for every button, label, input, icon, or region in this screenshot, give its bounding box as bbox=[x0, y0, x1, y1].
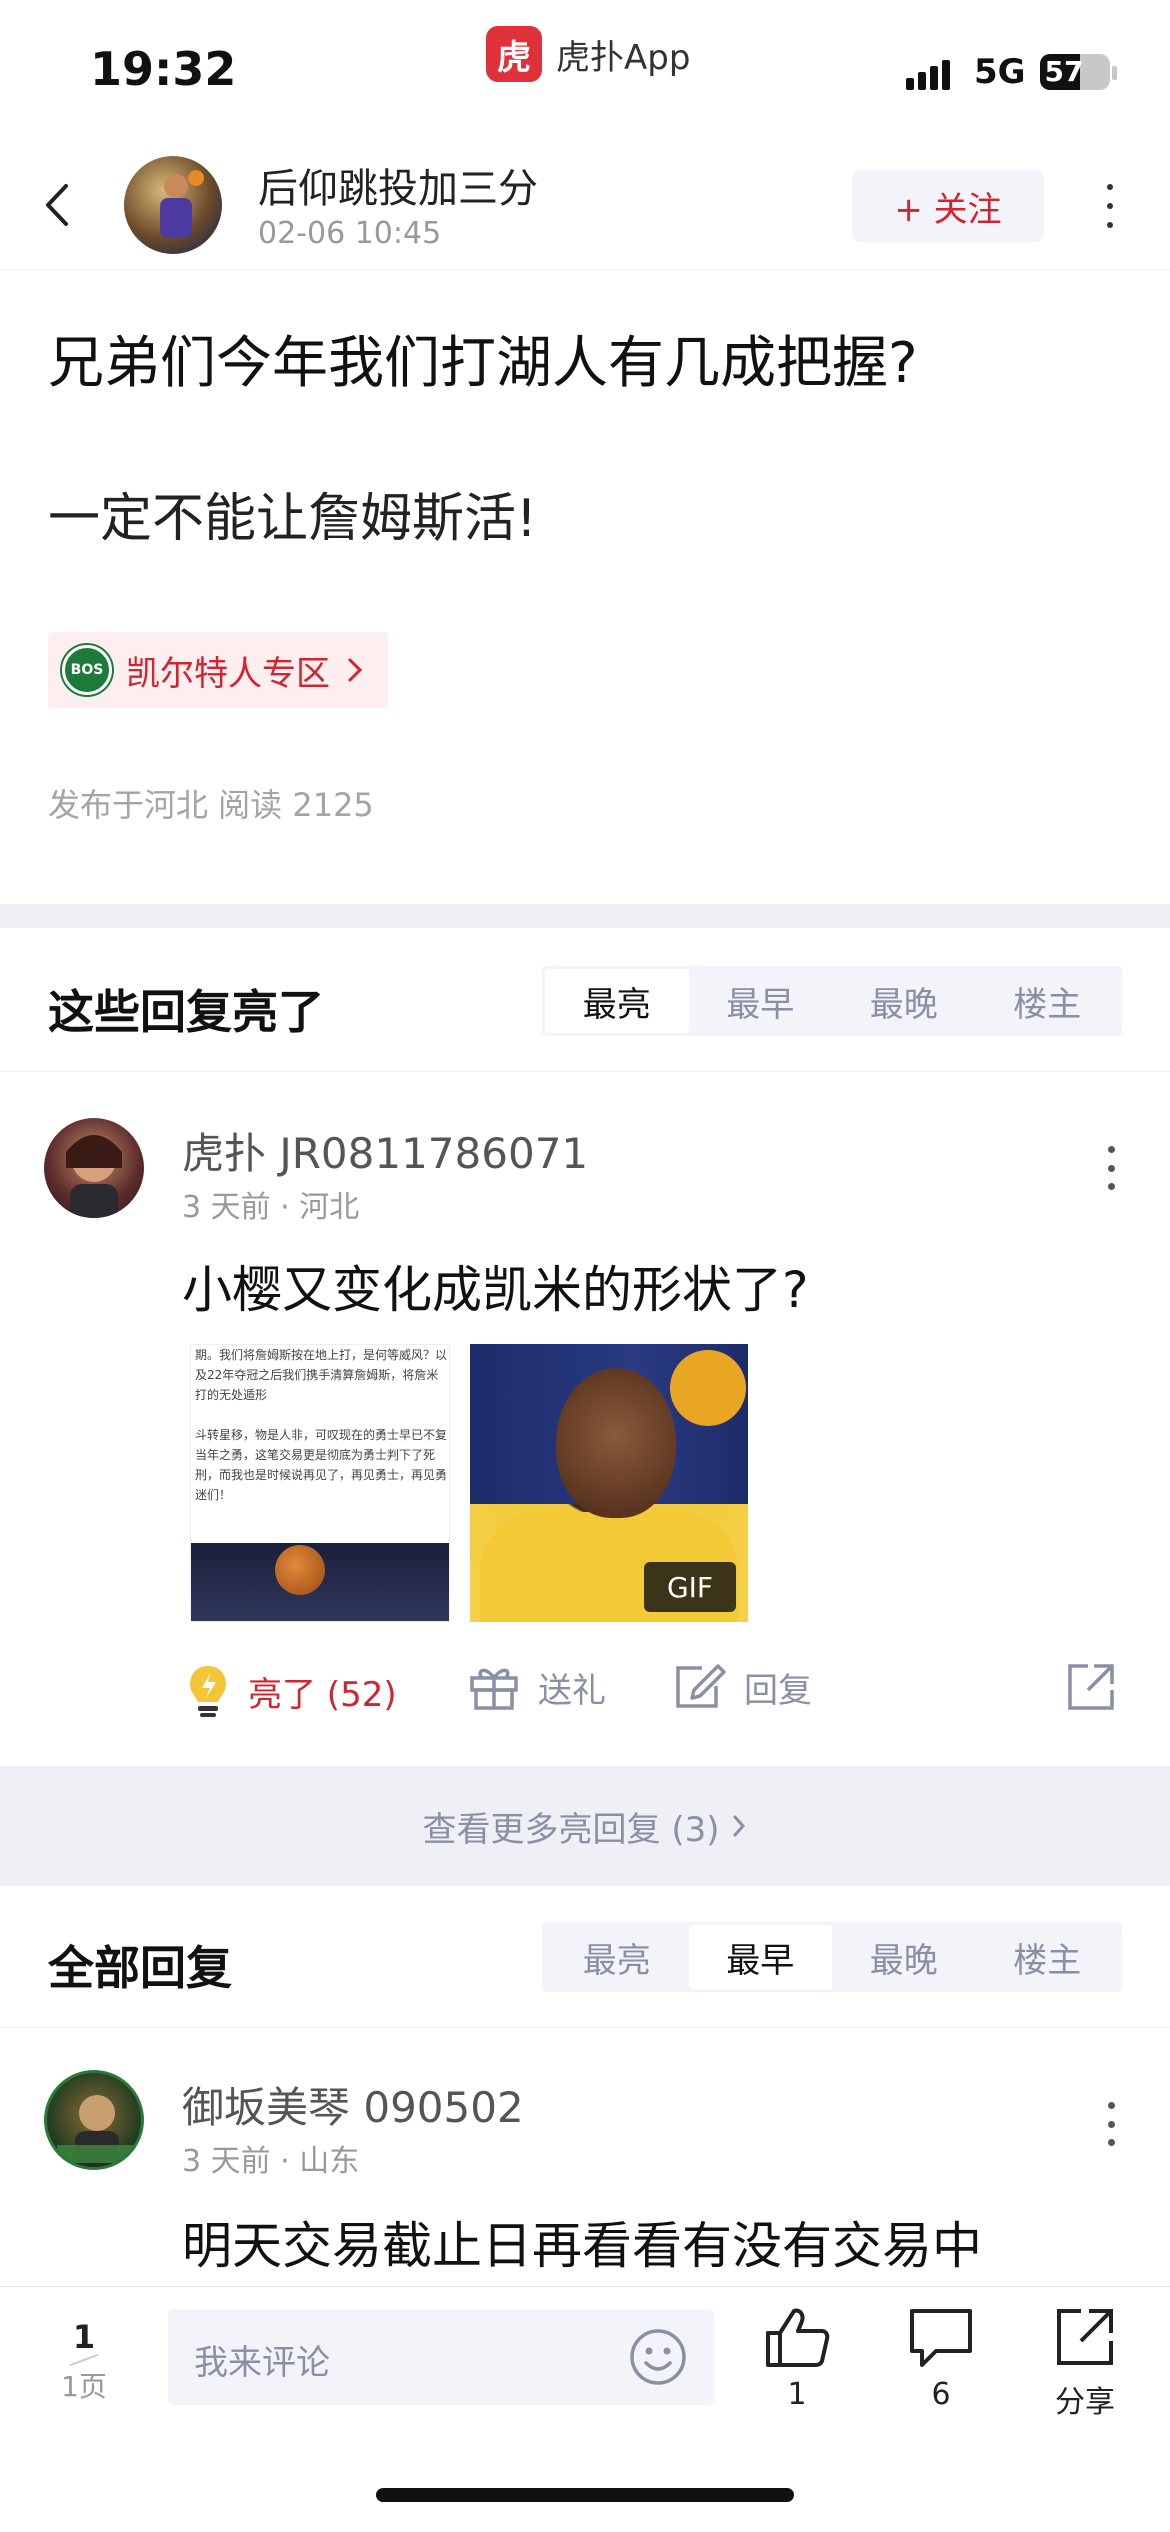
tab-earliest[interactable]: 最早 bbox=[688, 1925, 832, 1989]
all-sort-tabs: 最亮 最早 最晚 楼主 bbox=[542, 1922, 1122, 1992]
signal-icon bbox=[906, 60, 950, 90]
home-indicator[interactable] bbox=[376, 2488, 794, 2502]
chevron-left-icon bbox=[46, 184, 68, 226]
share-icon bbox=[1068, 1664, 1114, 1710]
tab-latest[interactable]: 最晚 bbox=[832, 1925, 976, 1989]
avatar[interactable] bbox=[44, 2070, 144, 2170]
post-body: 一定不能让詹姆斯活! bbox=[48, 489, 537, 549]
emoji-icon[interactable] bbox=[628, 2327, 688, 2387]
post-meta: 发布于河北 阅读 2125 bbox=[48, 786, 374, 824]
thumbs-up-icon bbox=[766, 2308, 830, 2367]
comment-count: 6 bbox=[931, 2377, 951, 2412]
share-label: 分享 bbox=[1055, 2385, 1115, 2420]
comment-text: 明天交易截止日再看看有没有交易中 bbox=[182, 2217, 982, 2275]
tab-latest[interactable]: 最晚 bbox=[832, 969, 976, 1033]
zone-tag[interactable]: BOS 凯尔特人专区 bbox=[48, 632, 388, 708]
tab-earliest[interactable]: 最早 bbox=[689, 969, 833, 1033]
hot-sort-tabs: 最亮 最早 最晚 楼主 bbox=[542, 966, 1122, 1036]
page-total: 1页 bbox=[61, 2370, 107, 2403]
source-app[interactable]: 虎 虎扑App bbox=[486, 26, 690, 82]
basketball-icon bbox=[275, 1545, 325, 1595]
battery-cap bbox=[1112, 66, 1117, 80]
tab-op[interactable]: 楼主 bbox=[976, 969, 1120, 1033]
comment-text: 小樱又变化成凯米的形状了? bbox=[182, 1261, 809, 1319]
hupu-logo-icon: 虎 bbox=[486, 26, 542, 82]
more-options-icon[interactable] bbox=[1100, 184, 1120, 228]
post-title: 兄弟们今年我们打湖人有几成把握? bbox=[48, 331, 918, 396]
celtics-logo-icon: BOS bbox=[62, 645, 112, 695]
comment-bubble-icon bbox=[910, 2309, 972, 2367]
source-app-name: 虎扑App bbox=[556, 37, 691, 78]
post-time: 02-06 10:45 bbox=[258, 216, 442, 251]
tab-brightest[interactable]: 最亮 bbox=[545, 1925, 689, 1989]
follow-button[interactable]: + 关注 bbox=[852, 170, 1044, 242]
more-options-icon[interactable] bbox=[1104, 2102, 1118, 2146]
lightbulb-icon bbox=[190, 1666, 226, 1717]
section-divider bbox=[0, 904, 1170, 928]
image-caption: 期。我们将詹姆斯按在地上打，是何等威风？以及22年夺冠之后我们携手清算詹姆斯，将… bbox=[195, 1348, 448, 1502]
all-replies-title: 全部回复 bbox=[48, 1941, 232, 1995]
share-icon bbox=[1057, 2309, 1113, 2365]
reply-label: 回复 bbox=[744, 1670, 812, 1711]
image-photo-strip bbox=[191, 1543, 449, 1621]
tab-op[interactable]: 楼主 bbox=[976, 1925, 1120, 1989]
share-post-button[interactable]: 分享 bbox=[1040, 2305, 1130, 2421]
lakers-logo-icon bbox=[670, 1350, 746, 1426]
edit-icon bbox=[676, 1664, 726, 1708]
gift-icon bbox=[470, 1668, 518, 1710]
page-indicator[interactable]: 1 1页 bbox=[48, 2317, 120, 2405]
comment-meta: 3 天前 · 河北 bbox=[182, 1190, 360, 1225]
post-header: 后仰跳投加三分 02-06 10:45 + 关注 bbox=[0, 140, 1170, 270]
hot-replies-title: 这些回复亮了 bbox=[48, 985, 324, 1039]
back-button[interactable] bbox=[38, 180, 78, 230]
like-button[interactable]: 亮了 (52) bbox=[186, 1662, 397, 1720]
view-more-label: 查看更多亮回复 (3) bbox=[422, 1809, 720, 1850]
comment-placeholder: 我来评论 bbox=[194, 2343, 330, 2383]
gift-label: 送礼 bbox=[538, 1670, 606, 1711]
reply-button[interactable]: 回复 bbox=[672, 1662, 812, 1712]
chevron-right-icon bbox=[348, 658, 363, 682]
hot-replies-header: 这些回复亮了 最亮 最早 最晚 楼主 bbox=[0, 928, 1170, 1072]
chevron-right-icon bbox=[733, 1815, 746, 1837]
comment-meta: 3 天前 · 山东 bbox=[182, 2144, 360, 2179]
status-bar: 19:32 虎 虎扑App 5G 57 bbox=[0, 0, 1170, 140]
gif-badge: GIF bbox=[644, 1562, 736, 1612]
comment-image-text[interactable]: 期。我们将詹姆斯按在地上打，是何等威风？以及22年夺冠之后我们携手清算詹姆斯，将… bbox=[190, 1344, 450, 1622]
zone-label: 凯尔特人专区 bbox=[126, 653, 330, 694]
network-type: 5G bbox=[974, 52, 1026, 92]
gift-button[interactable]: 送礼 bbox=[468, 1662, 606, 1712]
comment-input[interactable]: 我来评论 bbox=[168, 2309, 714, 2405]
share-comment-button[interactable] bbox=[1066, 1662, 1116, 1712]
author-avatar[interactable] bbox=[124, 156, 222, 254]
status-time: 19:32 bbox=[90, 42, 237, 96]
like-label: 亮了 (52) bbox=[248, 1674, 397, 1715]
avatar[interactable] bbox=[44, 1118, 144, 1218]
author-name[interactable]: 后仰跳投加三分 bbox=[258, 156, 538, 214]
battery-icon: 57 bbox=[1040, 54, 1110, 90]
page-current: 1 bbox=[72, 2318, 96, 2356]
tab-brightest[interactable]: 最亮 bbox=[545, 969, 689, 1033]
more-options-icon[interactable] bbox=[1104, 1146, 1118, 1190]
all-replies-header: 全部回复 最亮 最早 最晚 楼主 bbox=[0, 1884, 1170, 2028]
comment-actions: 亮了 (52) 送礼 回复 bbox=[0, 1650, 1170, 1730]
comments-button[interactable]: 6 bbox=[896, 2305, 986, 2412]
like-post-button[interactable]: 1 bbox=[752, 2305, 842, 2412]
like-count: 1 bbox=[787, 2377, 807, 2412]
battery-level: 57 bbox=[1044, 55, 1084, 88]
comment-author[interactable]: 虎扑 JR0811786071 bbox=[182, 1120, 588, 1181]
view-more-hot-replies[interactable]: 查看更多亮回复 (3) bbox=[0, 1766, 1170, 1886]
comment-author[interactable]: 御坂美琴 090502 bbox=[182, 2074, 524, 2135]
